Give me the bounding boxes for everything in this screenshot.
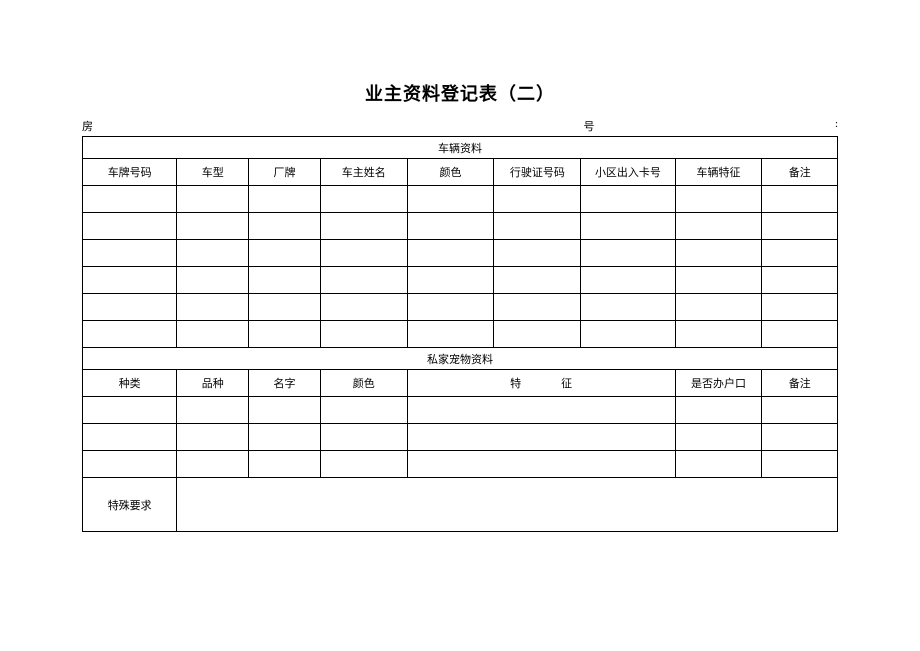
col-permit: 行驶证号码 (494, 159, 581, 186)
page: 业主资料登记表（二） 房 号 : 车辆资料 车牌号码 车型 厂牌 车主姓名 颜色… (0, 0, 920, 651)
col-breed: 品种 (177, 370, 249, 397)
section1-title-row: 车辆资料 (83, 137, 838, 159)
col-remark2: 备注 (762, 370, 838, 397)
table-row (83, 213, 838, 240)
col-model: 车型 (177, 159, 249, 186)
col-feature2: 特征 (407, 370, 675, 397)
col-owner: 车主姓名 (320, 159, 407, 186)
special-req-row: 特殊要求 (83, 478, 838, 532)
header-line: 房 号 : (82, 118, 838, 134)
table-row (83, 321, 838, 348)
col-color: 颜色 (407, 159, 494, 186)
table-row (83, 451, 838, 478)
special-req-value (177, 478, 838, 532)
section1-header-row: 车牌号码 车型 厂牌 车主姓名 颜色 行驶证号码 小区出入卡号 车辆特征 备注 (83, 159, 838, 186)
table-row (83, 186, 838, 213)
main-table: 车辆资料 车牌号码 车型 厂牌 车主姓名 颜色 行驶证号码 小区出入卡号 车辆特… (82, 136, 838, 532)
section2-header-row: 种类 品种 名字 颜色 特征 是否办户口 备注 (83, 370, 838, 397)
col-petcolor: 颜色 (320, 370, 407, 397)
col-feature: 车辆特征 (675, 159, 762, 186)
header-hao: 号 (93, 118, 835, 134)
col-brand: 厂牌 (249, 159, 321, 186)
table-row (83, 397, 838, 424)
table-row (83, 240, 838, 267)
te-label: 特 (510, 378, 521, 390)
special-req-label: 特殊要求 (83, 478, 177, 532)
col-kind: 种类 (83, 370, 177, 397)
section2-title-row: 私家宠物资料 (83, 348, 838, 370)
col-remark: 备注 (762, 159, 838, 186)
zheng-label: 征 (561, 378, 572, 390)
table-row (83, 424, 838, 451)
page-title: 业主资料登记表（二） (82, 80, 838, 106)
col-register: 是否办户口 (675, 370, 762, 397)
section2-title: 私家宠物资料 (83, 348, 838, 370)
col-name: 名字 (249, 370, 321, 397)
table-row (83, 294, 838, 321)
col-license: 车牌号码 (83, 159, 177, 186)
header-fang: 房 (82, 118, 93, 134)
section1-title: 车辆资料 (83, 137, 838, 159)
table-row (83, 267, 838, 294)
col-card: 小区出入卡号 (581, 159, 675, 186)
header-colon: : (835, 118, 838, 134)
